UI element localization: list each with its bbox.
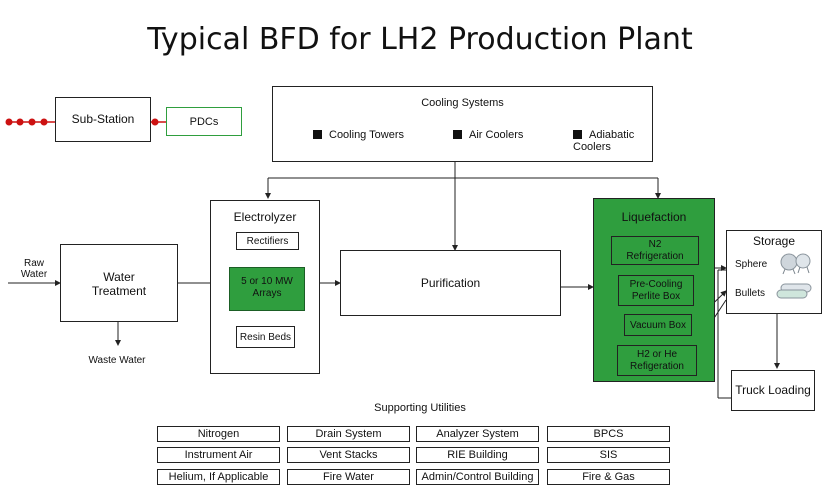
utility-cell: Instrument Air [157,447,280,463]
arrays-label: 5 or 10 MW Arrays [241,276,293,299]
n2-refrigeration-box[interactable]: N2 Refrigeration [611,236,699,265]
precooling-label: Pre-Cooling Perlite Box [629,279,683,302]
pdcs-box[interactable]: PDCs [166,107,242,136]
substation-label: Sub-Station [71,112,135,126]
n2-refrigeration-label: N2 Refrigeration [626,239,684,262]
utility-cell: Nitrogen [157,426,280,442]
utility-cell: SIS [547,447,670,463]
cooling-systems-title: Cooling Systems [421,97,504,109]
power-dot [28,118,36,126]
sphere-tank-icon [780,253,811,275]
utility-cell: Admin/Control Building [416,469,539,485]
supporting-utilities-title: Supporting Utilities [374,402,466,414]
resin-beds-label: Resin Beds [239,332,292,343]
vacuum-box[interactable]: Vacuum Box [624,314,692,336]
arrays-box[interactable]: 5 or 10 MW Arrays [229,267,305,311]
truck-loading-label: Truck Loading [735,383,811,397]
square-bullet-icon [313,130,322,139]
power-dot [16,118,24,126]
sphere-label: Sphere [735,259,768,270]
utility-cell: Analyzer System [416,426,539,442]
truck-loading-box[interactable]: Truck Loading [731,370,815,411]
utility-cell: Helium, If Applicable [157,469,280,485]
power-dot [5,118,13,126]
square-bullet-icon [573,130,582,139]
cooling-item-air: Air Coolers [453,129,523,141]
bullets-label: Bullets [735,288,766,299]
diagram-canvas: Typical BFD for LH2 Production Plant Sub… [0,0,840,500]
raw-water-label: Raw Water [20,258,48,280]
utility-cell: Fire Water [287,469,410,485]
purification-box[interactable]: Purification [340,250,561,316]
utility-cell: Vent Stacks [287,447,410,463]
precooling-box[interactable]: Pre-Cooling Perlite Box [618,275,694,306]
square-bullet-icon [453,130,462,139]
purification-label: Purification [420,276,481,290]
utility-cell: Drain System [287,426,410,442]
utility-cell: RIE Building [416,447,539,463]
vacuum-box-label: Vacuum Box [630,320,686,331]
cooling-systems-box[interactable]: Cooling Systems Cooling Towers Air Coole… [272,86,653,162]
cooling-item-adiabatic: Adiabatic Coolers [573,129,635,153]
rectifiers-box[interactable]: Rectifiers [236,232,299,250]
storage-title: Storage [752,234,796,248]
utility-cell: BPCS [547,426,670,442]
cooling-item-towers: Cooling Towers [313,129,404,141]
storage-box[interactable]: Storage Sphere Bullets [726,230,822,314]
power-dot [151,118,159,126]
bullet-tank-icon [776,283,812,299]
utility-cell: Fire & Gas [547,469,670,485]
water-treatment-label: Water Treatment [91,270,147,298]
pdcs-label: PDCs [189,116,219,128]
waste-water-label: Waste Water [88,355,146,366]
h2-refrigeration-box[interactable]: H2 or He Refigeration [617,345,697,376]
power-dot [40,118,48,126]
rectifiers-label: Rectifiers [246,236,289,247]
page-title: Typical BFD for LH2 Production Plant [147,22,693,57]
liquefaction-title: Liquefaction [621,210,687,224]
water-treatment-box[interactable]: Water Treatment [60,244,178,322]
h2-refrigeration-label: H2 or He Refigeration [630,349,684,372]
substation-box[interactable]: Sub-Station [55,97,151,142]
electrolyzer-title: Electrolyzer [233,210,297,224]
resin-beds-box[interactable]: Resin Beds [236,326,295,348]
